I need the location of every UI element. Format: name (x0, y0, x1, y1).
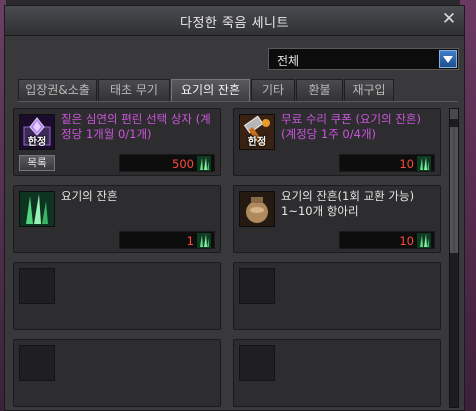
price-box: 10 (339, 231, 435, 249)
tab-refund[interactable]: 환불 (296, 79, 343, 101)
green-shard-icon (417, 156, 431, 171)
scroll-up-icon[interactable] (450, 109, 458, 119)
empty-icon-slot (239, 345, 275, 381)
shop-item-card[interactable]: 한정 짙은 심연의 편린 선택 상자 (계정당 1개월 0/1개) 목록 500 (13, 108, 221, 176)
green-shard-icon (19, 191, 55, 227)
shop-item-card[interactable]: 한정 무료 수리 쿠폰 (요기의 잔흔) (계정당 1주 0/4개) 10 (233, 108, 441, 176)
tab-tickets[interactable]: 입장권&소출 (18, 79, 97, 101)
dropdown-selected-value: 전체 (277, 54, 300, 68)
price-box: 1 (119, 231, 215, 249)
chevron-down-icon[interactable] (439, 50, 457, 68)
limited-badge: 한정 (27, 137, 47, 148)
purple-crystal-box-icon: 한정 (19, 114, 55, 150)
empty-item-slot (233, 262, 441, 330)
green-shard-icon (197, 156, 211, 171)
scroll-thumb[interactable] (450, 127, 458, 253)
category-filter-dropdown[interactable]: 전체 (268, 48, 459, 70)
title-bar[interactable]: 다정한 죽음 세니트 ✕ (5, 6, 464, 36)
item-price: 500 (172, 157, 194, 171)
empty-item-slot (13, 339, 221, 407)
repair-hammer-icon: 한정 (239, 114, 275, 150)
empty-icon-slot (19, 345, 55, 381)
price-box: 10 (339, 154, 435, 172)
green-shard-icon (197, 233, 211, 248)
item-name: 요기의 잔흔(1회 교환 가능) 1~10개 항아리 (281, 189, 415, 218)
item-name: 짙은 심연의 편린 선택 상자 (계정당 1개월 0/1개) (61, 112, 211, 141)
item-price: 10 (399, 157, 414, 171)
list-button[interactable]: 목록 (19, 155, 55, 171)
item-list: 한정 짙은 심연의 편린 선택 상자 (계정당 1개월 0/1개) 목록 500 (13, 108, 441, 408)
jar-icon (239, 191, 275, 227)
empty-icon-slot (19, 268, 55, 304)
empty-item-slot (233, 339, 441, 407)
item-price: 1 (186, 234, 194, 248)
empty-icon-slot (239, 268, 275, 304)
item-name: 요기의 잔흔 (61, 189, 118, 203)
empty-item-slot (13, 262, 221, 330)
tab-etc[interactable]: 기타 (251, 79, 295, 101)
shop-item-card[interactable]: 요기의 잔흔 1 (13, 185, 221, 253)
tab-primeval-weapon[interactable]: 태초 무기 (98, 79, 170, 101)
shop-item-card[interactable]: 요기의 잔흔(1회 교환 가능) 1~10개 항아리 10 (233, 185, 441, 253)
shop-window: 다정한 죽음 세니트 ✕ 전체 입장권&소출 태초 무기 요기의 잔흔 기타 환… (4, 5, 465, 411)
close-icon[interactable]: ✕ (440, 10, 458, 28)
tab-yogi-remnant[interactable]: 요기의 잔흔 (171, 79, 250, 101)
item-name: 무료 수리 쿠폰 (요기의 잔흔) (계정당 1주 0/4개) (281, 112, 421, 141)
tab-divider (18, 101, 458, 102)
tab-rebuy[interactable]: 재구입 (344, 79, 394, 101)
green-shard-icon (417, 233, 431, 248)
list-scrollbar[interactable] (449, 108, 459, 408)
window-title: 다정한 죽음 세니트 (180, 16, 289, 31)
item-price: 10 (399, 234, 414, 248)
limited-badge: 한정 (247, 137, 267, 148)
price-box: 500 (119, 154, 215, 172)
